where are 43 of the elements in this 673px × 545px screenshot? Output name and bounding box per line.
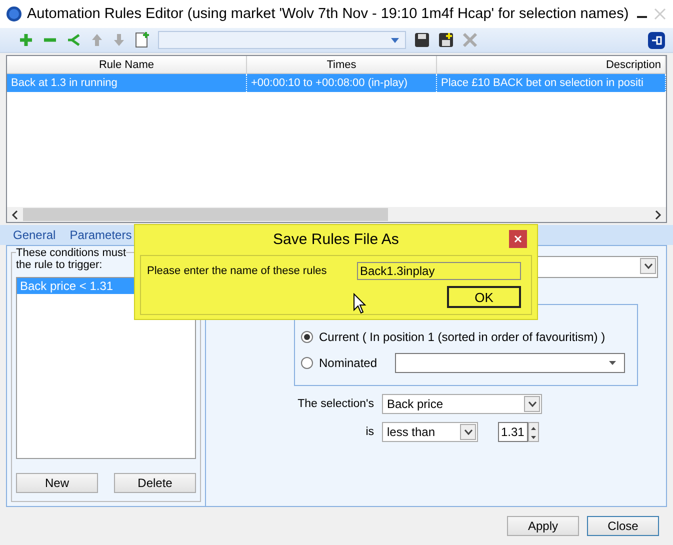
file-name-field[interactable]: Back1.3inplay	[357, 262, 521, 280]
operator-dropdown[interactable]: less than	[382, 422, 478, 442]
scroll-right-icon[interactable]	[654, 210, 662, 220]
table-cell: Back at 1.3 in running	[11, 77, 118, 89]
save-as-icon[interactable]	[438, 32, 454, 48]
table-cell: +00:00:10 to +00:08:00 (in-play)	[251, 77, 408, 89]
radio-button[interactable]	[301, 331, 313, 343]
close-icon	[514, 235, 522, 243]
caret-icon	[609, 361, 616, 365]
prompt-label: Please enter the name of these rules	[147, 265, 327, 277]
caret-icon	[464, 429, 472, 435]
list-button[interactable]: New	[16, 473, 98, 493]
tab[interactable]: Parameters	[62, 225, 139, 245]
tab[interactable]: General	[6, 225, 63, 245]
app-logo-icon	[6, 6, 22, 22]
radio-label: Nominated	[319, 356, 378, 370]
price-type-dropdown[interactable]: Back price	[382, 394, 542, 414]
operator-label: is	[364, 425, 374, 440]
new-file-icon[interactable]	[134, 31, 150, 49]
radio-label: Current ( In position 1 (sorted in order of favouritism) )	[319, 330, 606, 344]
caret-icon	[391, 38, 399, 42]
list-button[interactable]: Delete	[114, 473, 196, 493]
radio-button[interactable]	[301, 357, 313, 369]
group-caption: These conditions must	[16, 247, 126, 259]
window-title: Automation Rules Editor (using market 'Wolv 7th Nov - 19:10 1m4f Hcap' for selection names)	[27, 6, 630, 22]
ok-button[interactable]: OK	[447, 286, 521, 308]
dialog-title: Save Rules File As	[273, 230, 399, 248]
cursor-icon	[353, 293, 367, 315]
dialog-button[interactable]: Close	[587, 516, 659, 536]
field-label: The selection's	[296, 397, 374, 412]
add-icon[interactable]	[18, 32, 34, 48]
pin-icon[interactable]	[648, 32, 665, 48]
dialog-button[interactable]: Apply	[507, 516, 579, 536]
branch-icon[interactable]	[66, 32, 82, 48]
table-cell: Place £10 BACK bet on selection in positi	[441, 77, 644, 89]
caret-icon	[528, 401, 536, 407]
scroll-left-icon[interactable]	[11, 210, 19, 220]
scrollbar-thumb[interactable]	[23, 208, 388, 221]
caret-icon	[644, 263, 652, 269]
save-icon[interactable]	[414, 32, 430, 48]
close-button[interactable]	[509, 230, 527, 248]
group-caption: the rule to trigger:	[16, 259, 102, 271]
selection-dropdown[interactable]	[395, 353, 626, 373]
